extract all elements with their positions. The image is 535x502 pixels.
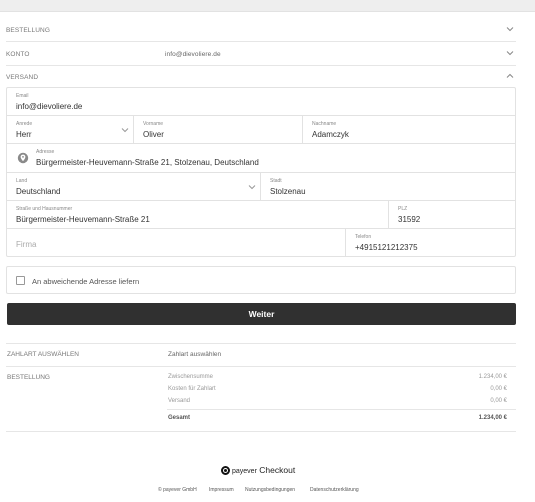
city-field[interactable]: Stadt Stolzenau [261, 173, 515, 201]
brand-name: payever [232, 468, 257, 475]
firstname-label: Vorname [143, 121, 164, 127]
salutation-value: Herr [16, 130, 32, 139]
phone-label: Telefon [355, 234, 372, 240]
company-field[interactable]: Firma [7, 229, 346, 256]
konto-email-value: info@dievoliere.de [165, 51, 221, 58]
section-konto-label: KONTO [6, 51, 30, 58]
section-versand-header[interactable]: VERSAND [6, 65, 516, 89]
company-placeholder: Firma [16, 240, 37, 249]
payment-section-label: ZAHLART AUSWÄHLEN [7, 351, 80, 358]
zip-field[interactable]: PLZ 31592 [389, 201, 515, 229]
phone-value: +4915121212375 [355, 243, 418, 252]
chevron-up-icon [506, 73, 514, 78]
continue-button[interactable]: Weiter [7, 303, 516, 325]
street-field[interactable]: Straße und Hausnummer Bürgermeister-Heuv… [7, 201, 389, 229]
street-label: Straße und Hausnummer [16, 206, 73, 212]
terms-link[interactable]: Nutzungsbedingungen [245, 487, 295, 493]
country-label: Land [16, 178, 28, 184]
different-address-label: An abweichende Adresse liefern [32, 277, 140, 286]
section-bestellung-label: BESTELLUNG [6, 27, 50, 34]
total-label: Gesamt [168, 415, 191, 421]
zip-label: PLZ [398, 206, 408, 212]
chevron-down-icon [121, 128, 129, 133]
address-label: Adresse [36, 149, 55, 155]
salutation-select[interactable]: Anrede Herr [7, 116, 134, 144]
product-name: Checkout [259, 465, 296, 475]
top-bar [0, 0, 535, 12]
payever-checkout-logo: payever Checkout [221, 465, 295, 475]
section-versand-label: VERSAND [6, 74, 39, 81]
privacy-link[interactable]: Datenschutzerklärung [310, 487, 359, 493]
street-value: Bürgermeister-Heuvemann-Straße 21 [16, 215, 150, 224]
lastname-label: Nachname [312, 121, 337, 127]
firstname-field[interactable]: Vorname Oliver [134, 116, 303, 144]
divider [6, 431, 516, 432]
payment-fee-amount: 0,00 € [490, 386, 507, 392]
subtotal-amount: 1.234,00 € [478, 374, 507, 380]
phone-field[interactable]: Telefon +4915121212375 [346, 229, 515, 256]
copyright-text: © payever GmbH [158, 487, 197, 493]
address-autocomplete-field[interactable]: Adresse Bürgermeister-Heuvemann-Straße 2… [7, 144, 515, 173]
section-konto-header[interactable]: KONTO info@dievoliere.de [6, 42, 516, 66]
divider [6, 366, 516, 367]
address-value: Bürgermeister-Heuvemann-Straße 21, Stolz… [36, 158, 259, 167]
city-label: Stadt [270, 178, 282, 184]
email-value: info@dievoliere.de [16, 102, 83, 111]
lastname-value: Adamczyk [312, 130, 349, 139]
chevron-down-icon [506, 51, 514, 56]
divider [6, 343, 516, 344]
country-select[interactable]: Land Deutschland [7, 173, 261, 201]
order-summary-label: BESTELLUNG [7, 374, 50, 381]
country-value: Deutschland [16, 187, 61, 196]
email-label: Email [16, 93, 29, 99]
firstname-value: Oliver [143, 130, 164, 139]
imprint-link[interactable]: Impressum [209, 487, 234, 493]
chevron-down-icon [506, 27, 514, 32]
different-address-checkbox[interactable] [16, 276, 25, 285]
divider [167, 409, 516, 410]
subtotal-label: Zwischensumme [168, 374, 214, 380]
salutation-label: Anrede [16, 121, 33, 127]
shipping-amount: 0,00 € [490, 398, 507, 404]
payever-logo-icon [221, 466, 230, 475]
email-field[interactable]: Email info@dievoliere.de [7, 88, 515, 116]
zip-value: 31592 [398, 215, 421, 224]
payment-select-link[interactable]: Zahlart auswählen [168, 351, 221, 358]
payment-fee-label: Kosten für Zahlart [168, 386, 216, 392]
shipping-form: Email info@dievoliere.de Anrede Herr Vor… [6, 87, 516, 257]
city-value: Stolzenau [270, 187, 306, 196]
section-bestellung-header[interactable]: BESTELLUNG [6, 18, 516, 42]
shipping-label: Versand [168, 398, 191, 404]
lastname-field[interactable]: Nachname Adamczyk [303, 116, 515, 144]
total-amount: 1.234,00 € [478, 415, 507, 421]
different-address-option[interactable]: An abweichende Adresse liefern [6, 266, 516, 294]
chevron-down-icon [248, 185, 256, 190]
location-pin-icon [17, 152, 29, 164]
